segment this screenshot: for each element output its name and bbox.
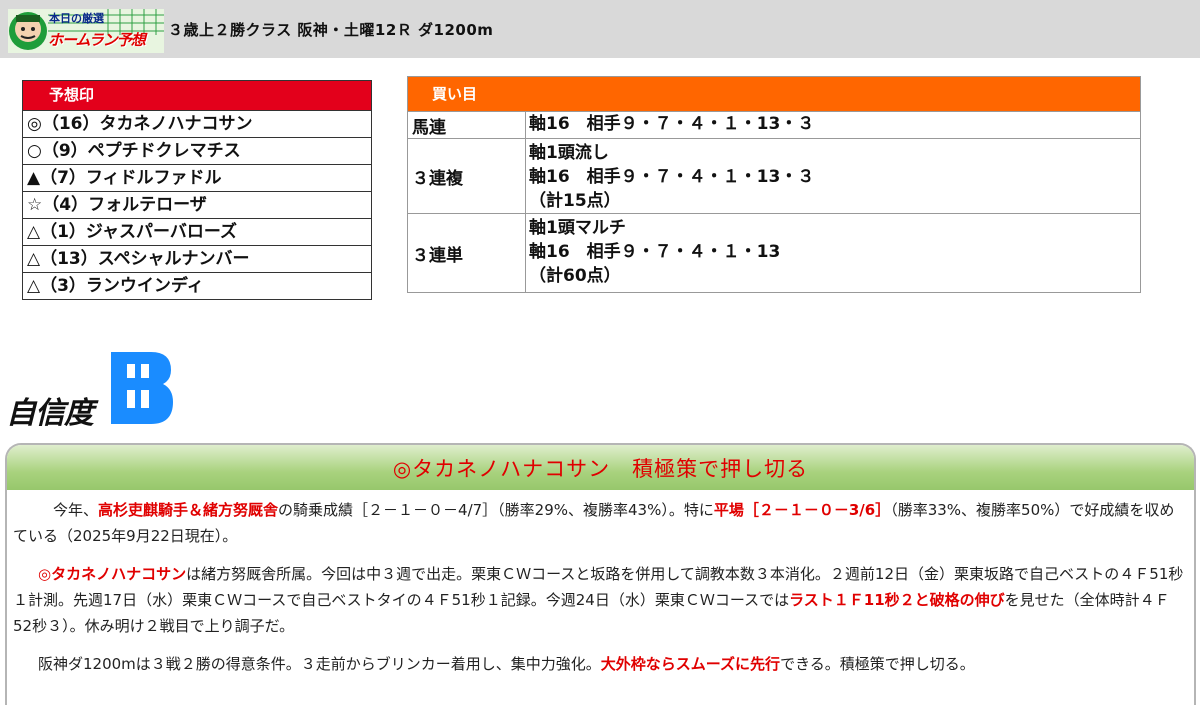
- highlight-span: ◎タカネノハナコサン: [38, 565, 187, 583]
- highlight-span: 高杉吏麒騎手＆緒方努厩舎: [98, 501, 279, 519]
- analysis-paragraph-1: 今年、高杉吏麒騎手＆緒方努厩舎の騎乗成績［２－１－０－4/7］（勝率29%、複勝…: [7, 497, 1194, 549]
- bet-row: ３連単 軸1頭マルチ 軸16 相手９・７・４・１・13 （計60点）: [408, 213, 1140, 292]
- header-bar: 本日の厳選 ホームラン予想 ３歳上２勝クラス 阪神・土曜12Ｒ ダ1200m: [0, 0, 1200, 58]
- bets-header: 買い目: [408, 77, 1140, 111]
- bet-line: 軸16 相手９・７・４・１・13: [529, 242, 781, 262]
- mark-row: △（3）ランウインディ: [23, 272, 371, 299]
- mark-row: ◎（16）タカネノハナコサン: [23, 110, 371, 137]
- highlight-span: 平場［２－１－０－3/6］: [713, 501, 891, 519]
- logo-text-top: 本日の厳選: [49, 12, 104, 25]
- text-span: 阪神ダ1200mは３戦２勝の得意条件。３走前からブリンカー着用し、集中力強化。: [38, 655, 601, 673]
- bet-lines: 軸16 相手９・７・４・１・13・３: [526, 112, 1140, 138]
- highlight-span: ラスト１Ｆ11秒２と破格の伸び: [789, 591, 1005, 609]
- bet-type: ３連複: [408, 139, 526, 213]
- bet-row: 馬連 軸16 相手９・７・４・１・13・３: [408, 111, 1140, 138]
- confidence-label: 自信度: [6, 396, 94, 431]
- mark-row: ☆（4）フォルテローザ: [23, 191, 371, 218]
- bet-line: （計60点）: [529, 266, 621, 286]
- analysis-heading: ◎タカネノハナコサン 積極策で押し切る: [7, 445, 1194, 490]
- race-title: ３歳上２勝クラス 阪神・土曜12Ｒ ダ1200m: [168, 21, 494, 39]
- bet-line: （計15点）: [529, 191, 621, 211]
- mark-row: ▲（7）フィドルファドル: [23, 164, 371, 191]
- grade-badge-icon: [111, 352, 173, 424]
- marks-header: 予想印: [23, 81, 371, 110]
- confidence-indicator: 自信度 B: [4, 350, 174, 431]
- bet-line: 軸1頭マルチ: [529, 218, 626, 238]
- bet-line: 軸16 相手９・７・４・１・13・３: [529, 167, 815, 187]
- analysis-paragraph-2: ◎タカネノハナコサンは緒方努厩舎所属。今回は中３週で出走。栗東ＣＷコースと坂路を…: [7, 561, 1194, 639]
- text-span: 今年、: [53, 501, 99, 519]
- bet-type: ３連単: [408, 214, 526, 292]
- bet-row: ３連複 軸1頭流し 軸16 相手９・７・４・１・13・３ （計15点）: [408, 138, 1140, 213]
- text-span: できる。積極策で押し切る。: [780, 655, 975, 673]
- mark-row: △（13）スペシャルナンバー: [23, 245, 371, 272]
- logo-text-main: ホームラン予想: [48, 31, 146, 49]
- highlight-span: 大外枠ならスムーズに先行: [600, 655, 781, 673]
- analysis-paragraph-3: 阪神ダ1200mは３戦２勝の得意条件。３走前からブリンカー着用し、集中力強化。大…: [7, 651, 1194, 677]
- bet-line: 軸1頭流し: [529, 143, 609, 163]
- text-span: の騎乗成績［２－１－０－4/7］（勝率29%、複勝率43%）。特に: [278, 501, 714, 519]
- mark-row: ○（9）ペプチドクレマチス: [23, 137, 371, 164]
- bet-lines: 軸1頭流し 軸16 相手９・７・４・１・13・３ （計15点）: [526, 139, 1140, 213]
- mark-row: △（1）ジャスパーバローズ: [23, 218, 371, 245]
- bets-table: 買い目 馬連 軸16 相手９・７・４・１・13・３ ３連複 軸1頭流し 軸16 …: [407, 76, 1141, 293]
- bet-line: 軸16 相手９・７・４・１・13・３: [529, 114, 815, 134]
- bet-type: 馬連: [408, 112, 526, 138]
- analysis-box: ◎タカネノハナコサン 積極策で押し切る 今年、高杉吏麒騎手＆緒方努厩舎の騎乗成績…: [5, 443, 1196, 705]
- homerun-logo[interactable]: 本日の厳選 ホームラン予想: [8, 9, 164, 53]
- bet-lines: 軸1頭マルチ 軸16 相手９・７・４・１・13 （計60点）: [526, 214, 1140, 292]
- prediction-marks-table: 予想印 ◎（16）タカネノハナコサン ○（9）ペプチドクレマチス ▲（7）フィド…: [22, 80, 372, 300]
